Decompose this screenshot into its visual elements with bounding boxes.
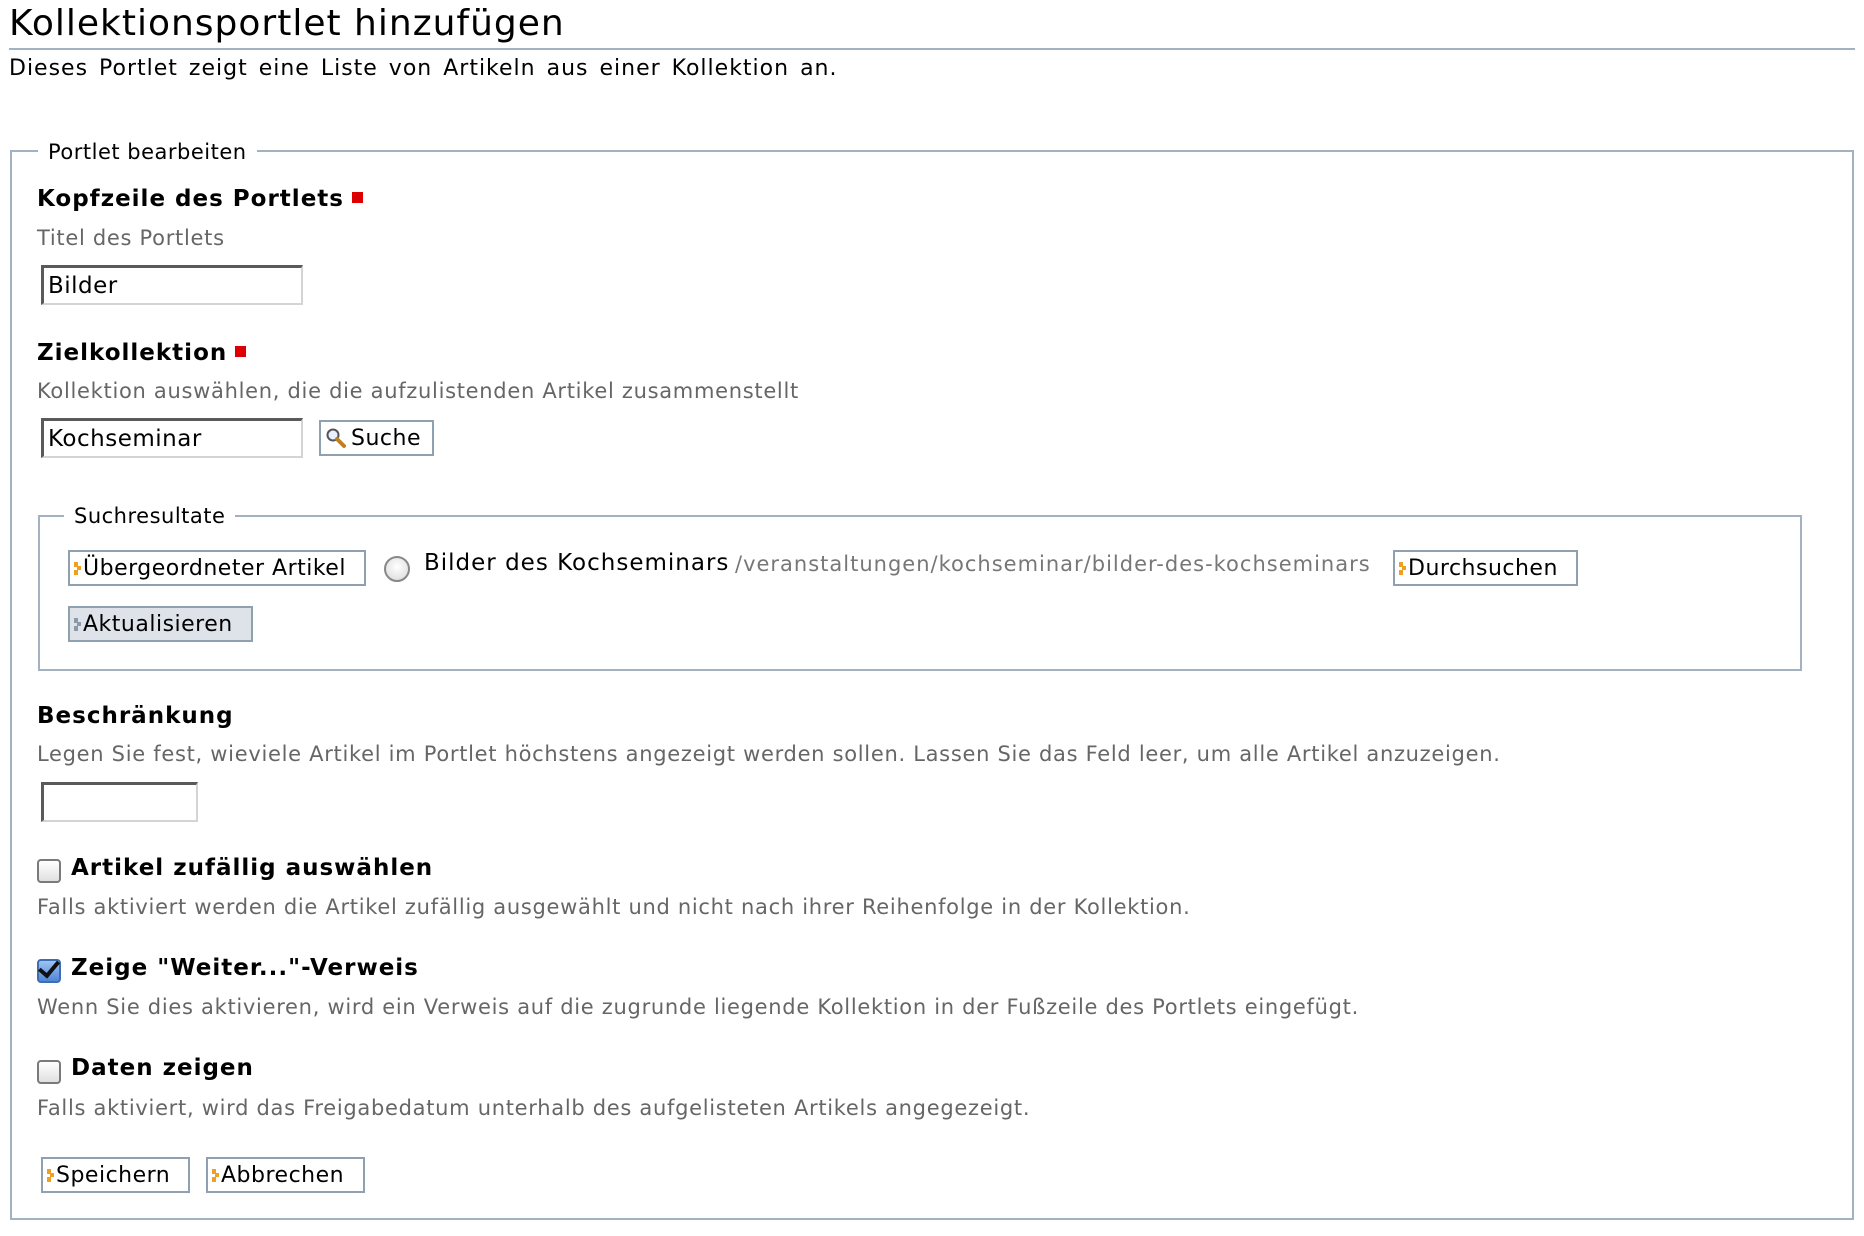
- save-button[interactable]: Speichern: [41, 1157, 190, 1193]
- page: Kollektionsportlet hinzufügen Dieses Por…: [0, 0, 1864, 1236]
- arrow-icon: [212, 1167, 219, 1183]
- arrow-icon: [47, 1167, 54, 1183]
- more-field-help: Wenn Sie dies aktivieren, wird ein Verwe…: [37, 995, 1359, 1019]
- arrow-icon: [74, 560, 81, 576]
- dates-field-label[interactable]: Daten zeigen: [71, 1055, 254, 1081]
- target-field-label-text: Zielkollektion: [37, 340, 228, 366]
- header-field-label-text: Kopfzeile des Portlets: [37, 186, 344, 212]
- parent-item-button-label: Übergeordneter Artikel: [83, 555, 346, 581]
- browse-button[interactable]: Durchsuchen: [1393, 550, 1578, 586]
- limit-field-help: Legen Sie fest, wieviele Artikel im Port…: [37, 742, 1501, 766]
- search-button[interactable]: Suche: [319, 420, 434, 456]
- save-button-label: Speichern: [56, 1162, 171, 1188]
- arrow-icon: [74, 616, 81, 632]
- checkmark-icon: [37, 955, 61, 979]
- portlet-fieldset-legend: Portlet bearbeiten: [38, 140, 257, 164]
- random-field-label[interactable]: Artikel zufällig auswählen: [71, 855, 433, 881]
- cancel-button-label: Abbrechen: [221, 1162, 345, 1188]
- limit-input[interactable]: [41, 782, 198, 822]
- search-button-label: Suche: [351, 425, 421, 451]
- more-field-label[interactable]: Zeige "Weiter..."-Verweis: [71, 955, 419, 981]
- required-marker-icon: [235, 346, 247, 357]
- random-field-help: Falls aktiviert werden die Artikel zufäl…: [37, 895, 1191, 919]
- random-checkbox[interactable]: [37, 859, 61, 883]
- page-title: Kollektionsportlet hinzufügen: [9, 0, 1855, 50]
- header-input[interactable]: [41, 265, 303, 305]
- result-radio[interactable]: [384, 556, 410, 582]
- result-title[interactable]: Bilder des Kochseminars: [424, 550, 729, 576]
- cancel-button[interactable]: Abbrechen: [206, 1157, 365, 1193]
- arrow-icon: [1399, 560, 1406, 576]
- refresh-button[interactable]: Aktualisieren: [68, 606, 253, 642]
- parent-item-button[interactable]: Übergeordneter Artikel: [68, 550, 366, 586]
- target-field-help: Kollektion auswählen, die die aufzuliste…: [37, 379, 799, 403]
- target-collection-input[interactable]: [41, 418, 303, 458]
- magnifier-icon: [326, 428, 346, 448]
- browse-button-label: Durchsuchen: [1408, 555, 1558, 581]
- refresh-button-label: Aktualisieren: [83, 611, 233, 637]
- dates-checkbox[interactable]: [37, 1060, 61, 1084]
- header-field-label: Kopfzeile des Portlets: [37, 186, 363, 212]
- portlet-fieldset: [10, 150, 1854, 1220]
- more-link-checkbox[interactable]: [37, 955, 61, 983]
- dates-field-help: Falls aktiviert, wird das Freigabedatum …: [37, 1096, 1031, 1120]
- search-results-legend: Suchresultate: [64, 504, 236, 528]
- header-field-help: Titel des Portlets: [37, 226, 225, 250]
- result-path: /veranstaltungen/kochseminar/bilder-des-…: [735, 552, 1371, 576]
- search-results-fieldset: [38, 515, 1802, 671]
- target-field-label: Zielkollektion: [37, 340, 247, 366]
- required-marker-icon: [351, 192, 363, 203]
- limit-field-label: Beschränkung: [37, 703, 234, 729]
- page-description: Dieses Portlet zeigt eine Liste von Arti…: [9, 56, 838, 81]
